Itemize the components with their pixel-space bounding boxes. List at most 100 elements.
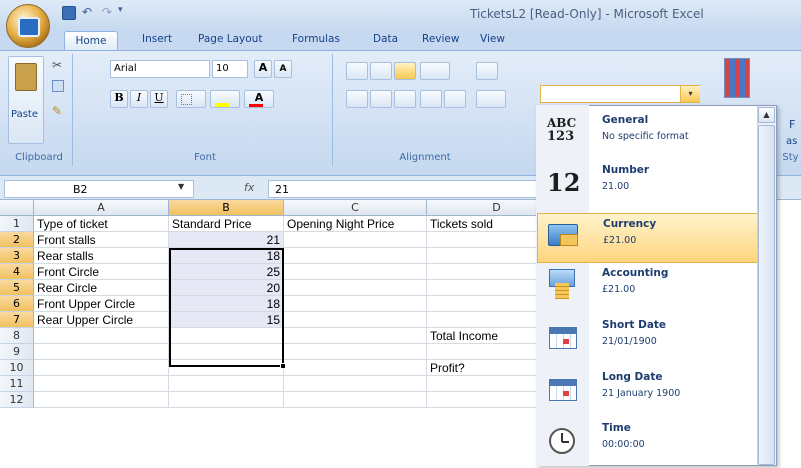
- italic-button[interactable]: I: [130, 90, 148, 108]
- cell-a8[interactable]: [34, 328, 169, 344]
- row-header-10[interactable]: 10: [0, 360, 34, 376]
- orientation-button[interactable]: [420, 62, 450, 80]
- row-header-3[interactable]: 3: [0, 248, 34, 264]
- cell-a12[interactable]: [34, 392, 169, 408]
- cell-a5[interactable]: Rear Circle: [34, 280, 169, 296]
- fill-handle[interactable]: [280, 363, 286, 369]
- merge-center-button[interactable]: [476, 90, 506, 108]
- row-header-11[interactable]: 11: [0, 376, 34, 392]
- paste-button[interactable]: Paste: [8, 56, 44, 144]
- scroll-up-button[interactable]: ▲: [758, 107, 775, 123]
- format-option-accounting[interactable]: Accounting £21.00: [537, 263, 763, 313]
- cell-a1[interactable]: Type of ticket: [34, 216, 169, 232]
- grow-font-button[interactable]: A: [254, 60, 272, 78]
- fill-color-button[interactable]: [210, 90, 240, 108]
- cell-b4[interactable]: 25: [169, 264, 284, 280]
- cell-c10[interactable]: [284, 360, 427, 376]
- row-header-9[interactable]: 9: [0, 344, 34, 360]
- column-header-c[interactable]: C: [284, 200, 427, 216]
- cell-b1[interactable]: Standard Price: [169, 216, 284, 232]
- cell-a3[interactable]: Rear stalls: [34, 248, 169, 264]
- cut-icon[interactable]: ✂: [52, 58, 62, 72]
- cell-c6[interactable]: [284, 296, 427, 312]
- row-header-2[interactable]: 2: [0, 232, 34, 248]
- underline-button[interactable]: U: [150, 90, 168, 108]
- cell-a6[interactable]: Front Upper Circle: [34, 296, 169, 312]
- format-option-number[interactable]: 12 Number 21.00: [537, 160, 763, 210]
- name-box[interactable]: B2: [4, 180, 194, 198]
- cell-a2[interactable]: Front stalls: [34, 232, 169, 248]
- font-name-combo[interactable]: Arial: [110, 60, 210, 78]
- tab-page-layout[interactable]: Page Layout: [198, 33, 262, 45]
- shrink-font-button[interactable]: A: [274, 60, 292, 78]
- format-option-short-date[interactable]: Short Date 21/01/1900: [537, 315, 763, 365]
- cell-b9[interactable]: [169, 344, 284, 360]
- cell-b10[interactable]: [169, 360, 284, 376]
- cell-a10[interactable]: [34, 360, 169, 376]
- tab-insert[interactable]: Insert: [142, 33, 172, 45]
- redo-icon[interactable]: ↷: [102, 5, 112, 19]
- cell-c8[interactable]: [284, 328, 427, 344]
- cell-c2[interactable]: [284, 232, 427, 248]
- tab-view[interactable]: View: [480, 33, 505, 45]
- row-header-1[interactable]: 1: [0, 216, 34, 232]
- format-option-time[interactable]: Time 00:00:00: [537, 418, 763, 468]
- row-header-4[interactable]: 4: [0, 264, 34, 280]
- cell-b12[interactable]: [169, 392, 284, 408]
- column-header-b[interactable]: B: [169, 200, 284, 216]
- tab-home[interactable]: Home: [64, 31, 118, 51]
- cell-c11[interactable]: [284, 376, 427, 392]
- cell-b7[interactable]: 15: [169, 312, 284, 328]
- name-box-dropdown-icon[interactable]: ▼: [178, 182, 184, 191]
- bold-button[interactable]: B: [110, 90, 128, 108]
- cell-c4[interactable]: [284, 264, 427, 280]
- row-header-12[interactable]: 12: [0, 392, 34, 408]
- cell-b3[interactable]: 18: [169, 248, 284, 264]
- number-format-combo[interactable]: [540, 85, 700, 103]
- cell-c3[interactable]: [284, 248, 427, 264]
- customize-qat-icon[interactable]: ▾: [118, 5, 123, 15]
- cell-b6[interactable]: 18: [169, 296, 284, 312]
- copy-icon[interactable]: [52, 80, 64, 92]
- row-header-8[interactable]: 8: [0, 328, 34, 344]
- cell-b8[interactable]: [169, 328, 284, 344]
- office-button[interactable]: [6, 4, 50, 48]
- decrease-indent-button[interactable]: [420, 90, 442, 108]
- undo-icon[interactable]: ↶: [82, 5, 92, 19]
- tab-review[interactable]: Review: [422, 33, 459, 45]
- insert-function-button[interactable]: fx: [244, 181, 254, 194]
- cell-a11[interactable]: [34, 376, 169, 392]
- row-header-7[interactable]: 7: [0, 312, 34, 328]
- cell-a9[interactable]: [34, 344, 169, 360]
- align-center-button[interactable]: [370, 90, 392, 108]
- format-option-long-date[interactable]: Long Date 21 January 1900: [537, 367, 763, 417]
- format-painter-icon[interactable]: ✎: [52, 104, 62, 118]
- cell-c12[interactable]: [284, 392, 427, 408]
- conditional-formatting-icon[interactable]: [724, 58, 750, 98]
- align-top-button[interactable]: [346, 62, 368, 80]
- cell-c1[interactable]: Opening Night Price: [284, 216, 427, 232]
- font-size-combo[interactable]: 10: [212, 60, 248, 78]
- wrap-text-button[interactable]: [476, 62, 498, 80]
- cell-b2[interactable]: 21: [169, 232, 284, 248]
- column-header-a[interactable]: A: [34, 200, 169, 216]
- format-option-general[interactable]: ABC 123 General No specific format: [537, 110, 763, 160]
- row-header-6[interactable]: 6: [0, 296, 34, 312]
- increase-indent-button[interactable]: [444, 90, 466, 108]
- align-bottom-button[interactable]: [394, 62, 416, 80]
- select-all-corner[interactable]: [0, 200, 34, 216]
- formula-input[interactable]: 21: [268, 180, 538, 198]
- borders-button[interactable]: [176, 90, 206, 108]
- cell-b11[interactable]: [169, 376, 284, 392]
- align-right-button[interactable]: [394, 90, 416, 108]
- tab-formulas[interactable]: Formulas: [292, 33, 340, 45]
- cell-a4[interactable]: Front Circle: [34, 264, 169, 280]
- cell-a7[interactable]: Rear Upper Circle: [34, 312, 169, 328]
- row-header-5[interactable]: 5: [0, 280, 34, 296]
- cell-c7[interactable]: [284, 312, 427, 328]
- cell-c5[interactable]: [284, 280, 427, 296]
- align-left-button[interactable]: [346, 90, 368, 108]
- align-middle-button[interactable]: [370, 62, 392, 80]
- tab-data[interactable]: Data: [373, 33, 398, 45]
- scroll-thumb[interactable]: [758, 125, 775, 465]
